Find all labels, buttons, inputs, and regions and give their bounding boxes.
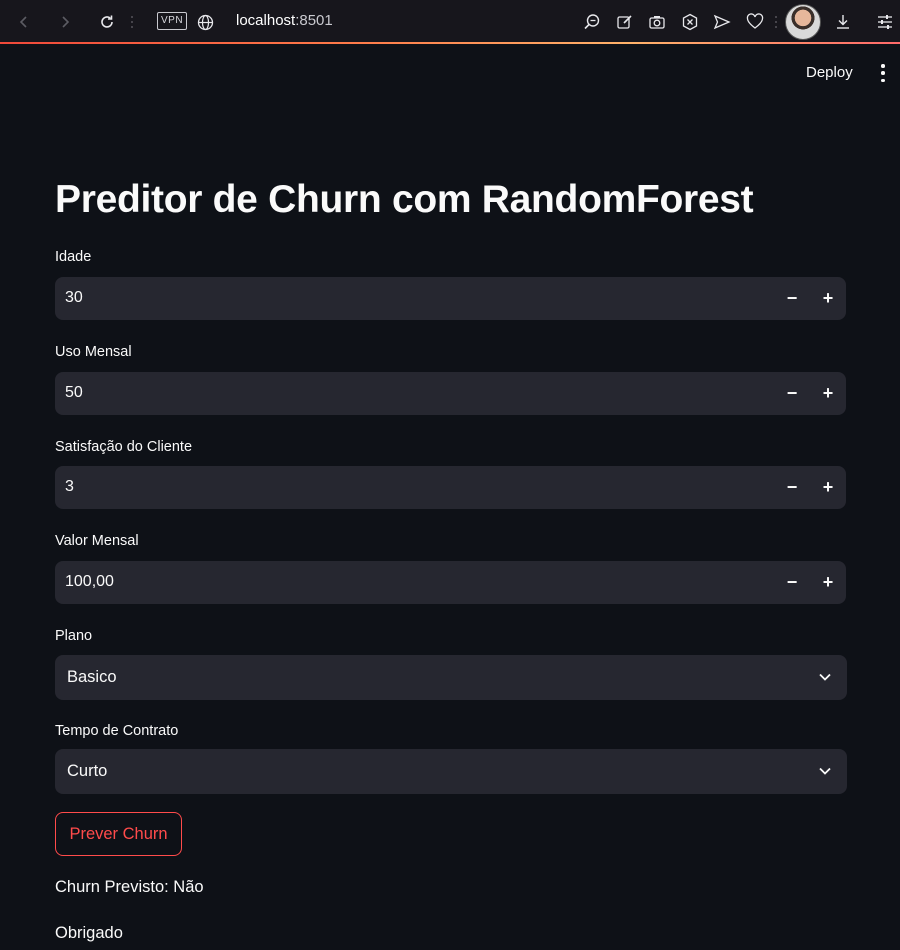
block-icon[interactable] [679, 11, 701, 33]
satisfacao-value[interactable]: 3 [65, 478, 74, 496]
heart-icon[interactable] [744, 11, 766, 33]
separator-icon [131, 13, 133, 31]
plano-value: Basico [67, 668, 117, 686]
url-host: localhost [236, 12, 296, 29]
satisfacao-input[interactable]: 3 − + [55, 466, 846, 509]
idade-value[interactable]: 30 [65, 289, 83, 307]
profile-avatar[interactable] [785, 4, 821, 40]
valor-mensal-value[interactable]: 100,00 [65, 573, 114, 591]
edit-icon[interactable] [614, 11, 636, 33]
plano-select[interactable]: Basico [55, 655, 847, 700]
increment-button[interactable]: + [810, 561, 846, 604]
chevron-down-icon [819, 673, 831, 681]
prever-churn-button[interactable]: Prever Churn [55, 812, 182, 856]
main-menu-icon[interactable] [876, 64, 890, 82]
decrement-button[interactable]: − [774, 277, 810, 320]
thanks-message: Obrigado [55, 924, 123, 942]
increment-button[interactable]: + [810, 277, 846, 320]
tempo-contrato-select[interactable]: Curto [55, 749, 847, 794]
decrement-button[interactable]: − [774, 561, 810, 604]
valor-mensal-input[interactable]: 100,00 − + [55, 561, 846, 604]
zoom-search-icon[interactable] [581, 11, 603, 33]
reload-icon[interactable] [95, 10, 119, 34]
chevron-down-icon [819, 767, 831, 775]
page-title: Preditor de Churn com RandomForest [55, 178, 754, 221]
back-icon[interactable] [12, 10, 36, 34]
forward-icon[interactable] [53, 10, 77, 34]
toolbar-accent-line [0, 42, 900, 44]
idade-label: Idade [55, 249, 92, 265]
url-port: :8501 [295, 12, 333, 29]
uso-mensal-value[interactable]: 50 [65, 384, 83, 402]
tempo-contrato-value: Curto [67, 762, 108, 780]
camera-icon[interactable] [646, 11, 668, 33]
increment-button[interactable]: + [810, 372, 846, 415]
send-icon[interactable] [711, 11, 733, 33]
satisfacao-label: Satisfação do Cliente [55, 439, 193, 455]
vpn-badge[interactable]: VPN [157, 12, 188, 30]
prediction-result: Churn Previsto: Não [55, 878, 204, 896]
download-icon[interactable] [832, 11, 854, 33]
plano-label: Plano [55, 628, 93, 644]
address-bar[interactable]: localhost:8501 [236, 12, 333, 29]
separator-icon [775, 13, 777, 31]
globe-icon[interactable] [194, 11, 216, 33]
increment-button[interactable]: + [810, 466, 846, 509]
uso-mensal-input[interactable]: 50 − + [55, 372, 846, 415]
uso-mensal-label: Uso Mensal [55, 344, 132, 360]
valor-mensal-label: Valor Mensal [55, 533, 139, 549]
decrement-button[interactable]: − [774, 466, 810, 509]
tempo-contrato-label: Tempo de Contrato [55, 723, 179, 739]
idade-input[interactable]: 30 − + [55, 277, 846, 320]
decrement-button[interactable]: − [774, 372, 810, 415]
settings-sliders-icon[interactable] [874, 11, 896, 33]
deploy-button[interactable]: Deploy [806, 64, 853, 81]
browser-toolbar: VPN localhost:8501 [0, 0, 900, 44]
